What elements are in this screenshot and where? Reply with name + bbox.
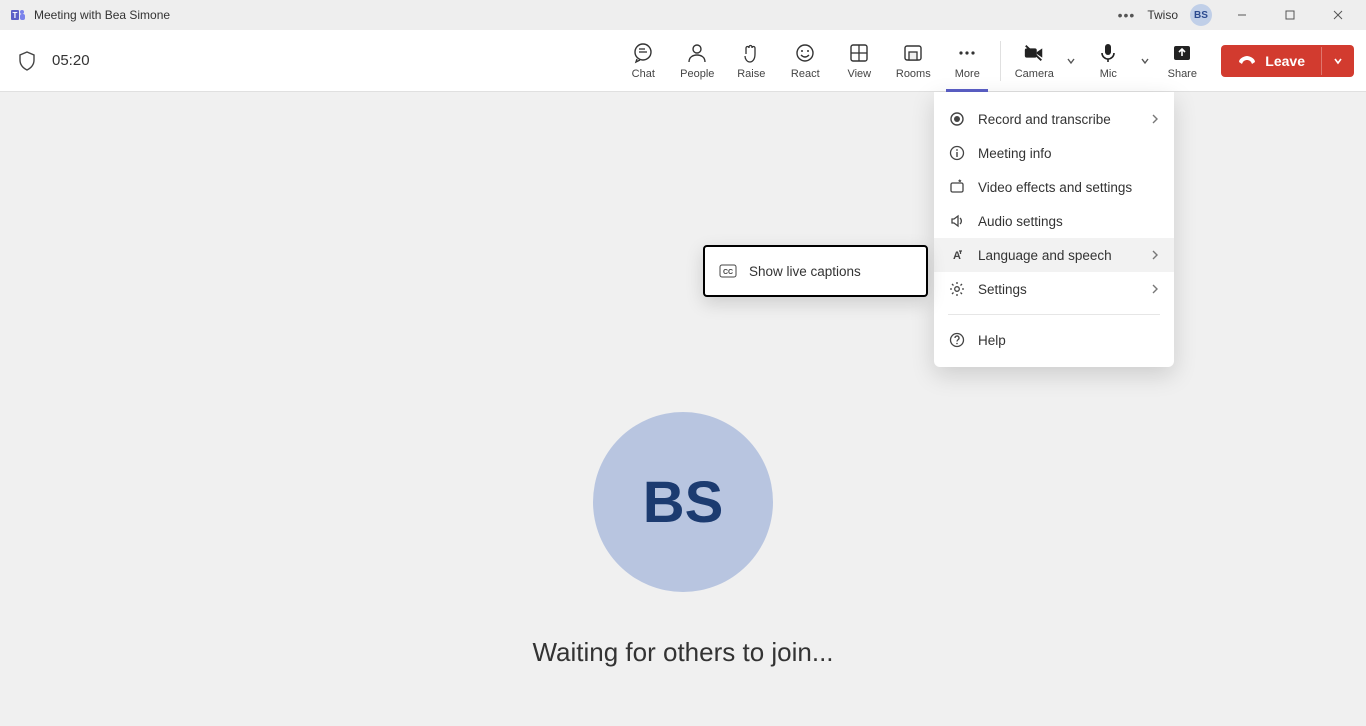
- more-button[interactable]: More: [940, 33, 994, 89]
- react-label: React: [791, 68, 820, 80]
- more-label: More: [955, 68, 980, 80]
- language-submenu: CC Show live captions: [703, 245, 928, 297]
- mic-button[interactable]: Mic: [1081, 33, 1135, 89]
- titlebar-more-icon[interactable]: •••: [1118, 7, 1136, 23]
- mic-label: Mic: [1100, 68, 1117, 80]
- menu-settings-label: Settings: [978, 282, 1027, 297]
- maximize-button[interactable]: [1272, 0, 1308, 30]
- chevron-right-icon: [1150, 114, 1160, 124]
- menu-info-label: Meeting info: [978, 146, 1052, 161]
- people-label: People: [680, 68, 714, 80]
- share-icon: [1171, 42, 1193, 64]
- rooms-label: Rooms: [896, 68, 931, 80]
- chat-button[interactable]: Chat: [616, 33, 670, 89]
- svg-text:T: T: [13, 11, 18, 20]
- waiting-text: Waiting for others to join...: [532, 637, 833, 668]
- submenu-captions-label: Show live captions: [749, 264, 861, 279]
- svg-text:A: A: [953, 250, 961, 262]
- menu-language-label: Language and speech: [978, 248, 1112, 263]
- captions-icon: CC: [719, 262, 737, 280]
- teams-icon: T: [10, 7, 26, 23]
- chevron-right-icon: [1150, 284, 1160, 294]
- gear-icon: [948, 280, 966, 298]
- menu-audio-settings[interactable]: Audio settings: [934, 204, 1174, 238]
- menu-record-label: Record and transcribe: [978, 112, 1111, 127]
- submenu-live-captions[interactable]: CC Show live captions: [705, 253, 926, 289]
- rooms-icon: [902, 42, 924, 64]
- camera-chevron[interactable]: [1061, 41, 1081, 81]
- minimize-button[interactable]: [1224, 0, 1260, 30]
- raise-hand-icon: [740, 42, 762, 64]
- people-icon: [686, 42, 708, 64]
- toolbar-divider: [1000, 41, 1001, 81]
- avatar-small[interactable]: BS: [1190, 4, 1212, 26]
- close-button[interactable]: [1320, 0, 1356, 30]
- menu-record-transcribe[interactable]: Record and transcribe: [934, 102, 1174, 136]
- share-label: Share: [1168, 68, 1197, 80]
- chat-icon: [632, 42, 654, 64]
- leave-label: Leave: [1265, 53, 1305, 69]
- window-title: Meeting with Bea Simone: [34, 8, 170, 22]
- video-effects-icon: [948, 178, 966, 196]
- audio-icon: [948, 212, 966, 230]
- title-bar: T Meeting with Bea Simone ••• Twiso BS: [0, 0, 1366, 30]
- rooms-button[interactable]: Rooms: [886, 33, 940, 89]
- chevron-right-icon: [1150, 250, 1160, 260]
- share-button[interactable]: Share: [1155, 33, 1209, 89]
- account-name[interactable]: Twiso: [1147, 8, 1178, 22]
- menu-settings[interactable]: Settings: [934, 272, 1174, 306]
- view-button[interactable]: View: [832, 33, 886, 89]
- language-icon: A: [948, 246, 966, 264]
- raise-button[interactable]: Raise: [724, 33, 778, 89]
- info-icon: [948, 144, 966, 162]
- menu-help[interactable]: Help: [934, 323, 1174, 357]
- view-icon: [848, 42, 870, 64]
- hangup-icon: [1237, 54, 1257, 68]
- shield-icon[interactable]: [18, 51, 38, 71]
- mic-chevron[interactable]: [1135, 41, 1155, 81]
- more-menu: Record and transcribe Meeting info Video…: [934, 92, 1174, 367]
- leave-button[interactable]: Leave: [1221, 45, 1354, 77]
- menu-video-effects[interactable]: Video effects and settings: [934, 170, 1174, 204]
- svg-text:CC: CC: [723, 269, 733, 276]
- camera-off-icon: [1023, 42, 1045, 64]
- raise-label: Raise: [737, 68, 765, 80]
- more-icon: [956, 42, 978, 64]
- meeting-stage: BS Waiting for others to join... Record …: [0, 92, 1366, 726]
- mic-icon: [1097, 42, 1119, 64]
- menu-separator: [948, 314, 1160, 315]
- react-icon: [794, 42, 816, 64]
- record-icon: [948, 110, 966, 128]
- meeting-timer: 05:20: [52, 52, 90, 69]
- menu-meeting-info[interactable]: Meeting info: [934, 136, 1174, 170]
- menu-video-effects-label: Video effects and settings: [978, 180, 1132, 195]
- camera-button[interactable]: Camera: [1007, 33, 1061, 89]
- meeting-toolbar: 05:20 Chat People Raise React View Rooms…: [0, 30, 1366, 92]
- people-button[interactable]: People: [670, 33, 724, 89]
- menu-help-label: Help: [978, 333, 1006, 348]
- menu-audio-label: Audio settings: [978, 214, 1063, 229]
- react-button[interactable]: React: [778, 33, 832, 89]
- menu-language-speech[interactable]: A Language and speech: [934, 238, 1174, 272]
- help-icon: [948, 331, 966, 349]
- chat-label: Chat: [632, 68, 655, 80]
- leave-chevron[interactable]: [1321, 47, 1354, 75]
- camera-label: Camera: [1015, 68, 1054, 80]
- view-label: View: [847, 68, 871, 80]
- participant-avatar: BS: [593, 412, 773, 592]
